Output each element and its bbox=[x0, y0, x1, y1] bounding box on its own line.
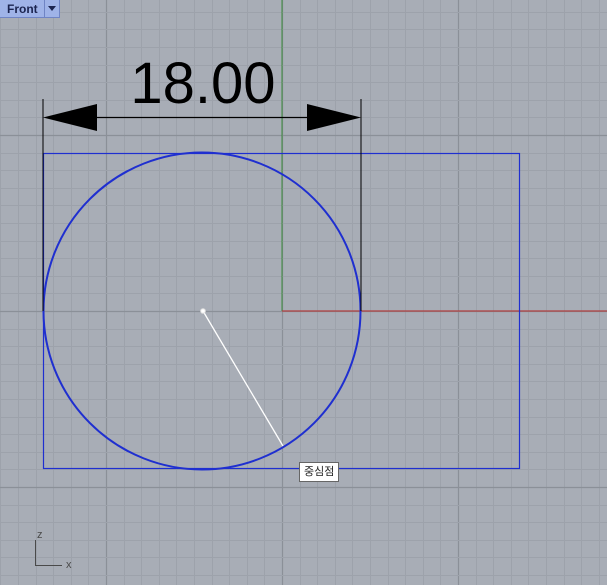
dimension-text: 18.00 bbox=[130, 51, 275, 116]
triangle-down-icon[interactable] bbox=[44, 0, 60, 18]
viewport-title-tab[interactable]: Front bbox=[0, 0, 60, 18]
viewport-name-label[interactable]: Front bbox=[0, 0, 45, 18]
center-point-marker bbox=[200, 308, 206, 314]
front-viewport[interactable]: 18.00 z x Front 중심점 bbox=[0, 0, 607, 585]
construction-grid bbox=[0, 0, 607, 585]
snap-tooltip: 중심점 bbox=[299, 462, 340, 482]
dimension-arrowhead-left bbox=[43, 104, 97, 131]
linear-dimension[interactable]: 18.00 bbox=[42, 51, 362, 311]
triangle-down-glyph bbox=[47, 6, 56, 11]
axis-widget-z-label: z bbox=[37, 529, 43, 541]
viewport-canvas[interactable]: 18.00 z x bbox=[0, 0, 607, 585]
axis-widget-x-label: x bbox=[66, 559, 72, 571]
rubber-band-line bbox=[202, 310, 284, 447]
